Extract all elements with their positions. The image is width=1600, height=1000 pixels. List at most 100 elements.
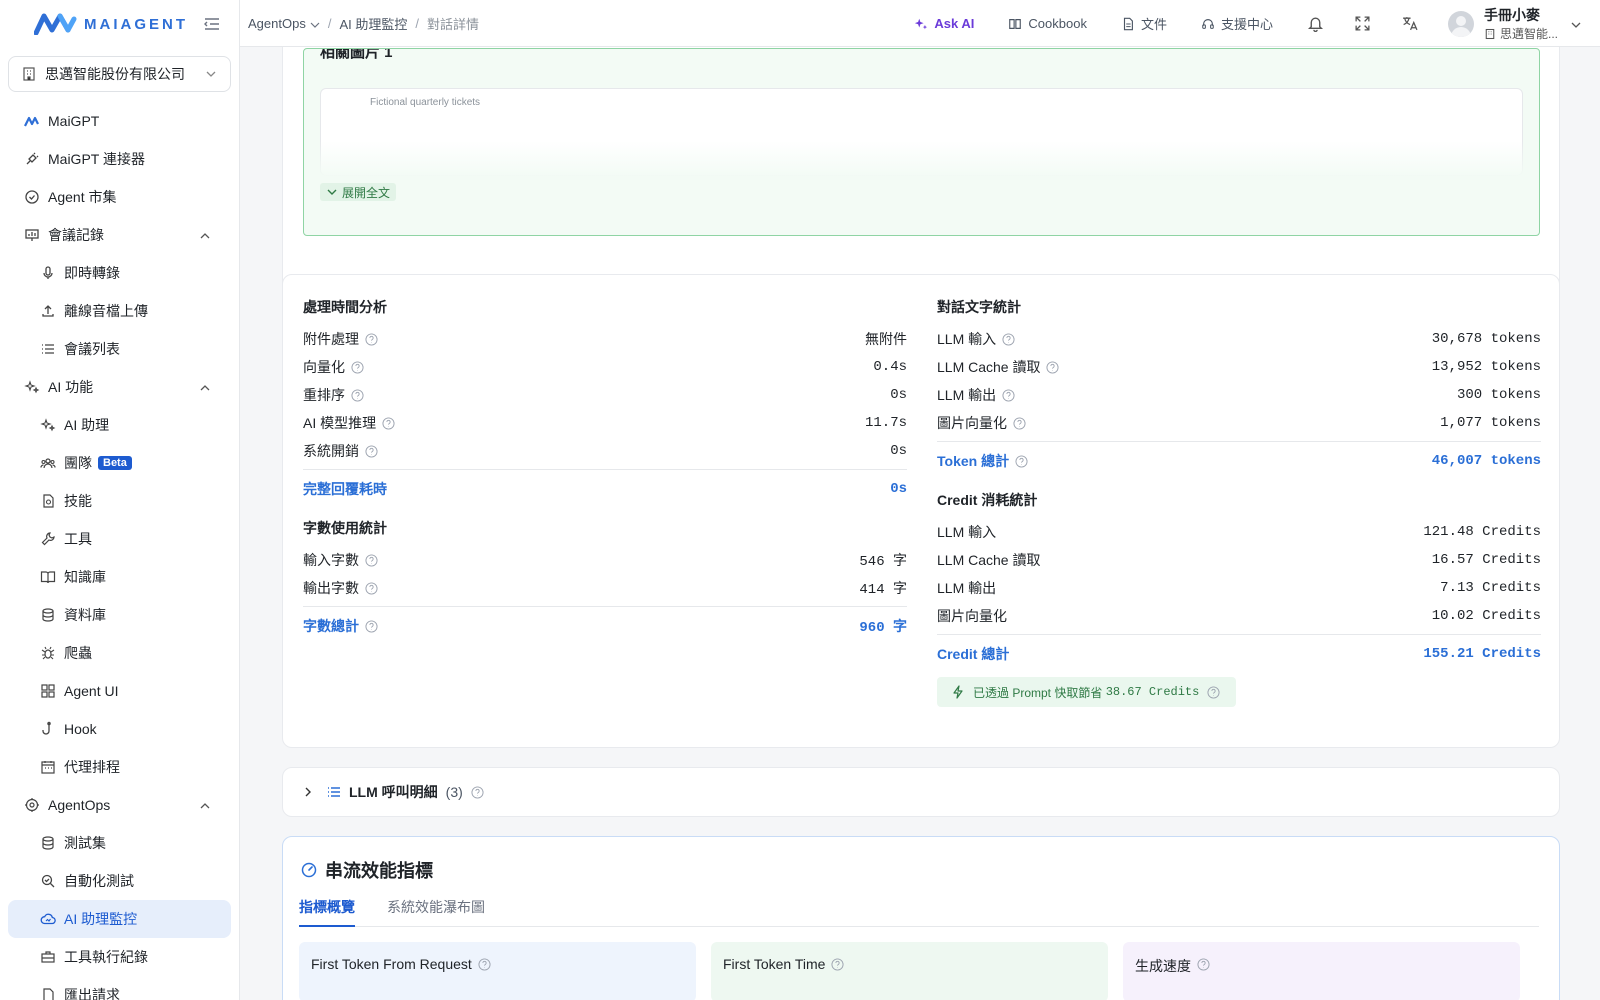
language-button[interactable] <box>1401 15 1418 32</box>
total-label: 字數總計 <box>303 618 359 634</box>
total-value: 960 字 <box>859 620 907 636</box>
row-label: 向量化 <box>303 359 345 375</box>
help-icon[interactable] <box>365 332 378 346</box>
help-icon[interactable] <box>1013 416 1026 430</box>
sidebar-item-tool-logs[interactable]: 工具執行紀錄 <box>0 938 239 976</box>
help-icon[interactable] <box>351 388 364 402</box>
sidebar-item-auto-test[interactable]: 自動化測試 <box>0 862 239 900</box>
sidebar-item-maigpt-connector[interactable]: MaiGPT 連接器 <box>0 140 239 178</box>
ask-ai-label: Ask AI <box>934 16 975 31</box>
total-label: Token 總計 <box>937 453 1010 469</box>
sidebar-item-skills[interactable]: 技能 <box>0 482 239 520</box>
sidebar-item-tools[interactable]: 工具 <box>0 520 239 558</box>
sidebar-item-agent-schedule[interactable]: 代理排程 <box>0 748 239 786</box>
credits-row: LLM 輸入 121.48 Credits <box>937 518 1541 546</box>
row-label: 輸出字數 <box>303 580 359 596</box>
tab-waterfall[interactable]: 系統效能瀑布圖 <box>387 897 485 927</box>
tokens-row: LLM 輸出 300 tokens <box>937 381 1541 409</box>
notifications-button[interactable] <box>1307 15 1324 33</box>
row-label: 圖片向量化 <box>937 415 1007 431</box>
sidebar-item-ai-assistant[interactable]: AI 助理 <box>0 406 239 444</box>
llm-calls-panel[interactable]: LLM 呼叫明細 (3) <box>282 767 1560 817</box>
sidebar-item-maigpt[interactable]: MaiGPT <box>0 102 239 140</box>
sidebar-item-export-requests[interactable]: 匯出請求 <box>0 976 239 1000</box>
total-value: 155.21 Credits <box>1423 646 1541 662</box>
support-link[interactable]: 支援中心 <box>1201 14 1273 33</box>
avatar <box>1447 10 1474 37</box>
help-icon[interactable] <box>365 581 378 595</box>
breadcrumb-item-agentops[interactable]: AgentOps <box>248 16 306 31</box>
sidebar-item-ai-monitor[interactable]: AI 助理監控 <box>8 900 231 938</box>
sidebar-item-label: 即時轉錄 <box>64 265 120 281</box>
breadcrumb-item-ai-monitor[interactable]: AI 助理監控 <box>339 14 407 33</box>
user-menu[interactable]: 手冊小麥 思邁智能... <box>1447 5 1582 42</box>
sidebar-item-meeting-list[interactable]: 會議列表 <box>0 330 239 368</box>
sidebar-item-agentops[interactable]: AgentOps <box>0 786 239 824</box>
sidebar-item-test-sets[interactable]: 測試集 <box>0 824 239 862</box>
breadcrumb-separator: / <box>415 15 419 31</box>
help-icon[interactable] <box>831 958 844 971</box>
chevron-down-icon[interactable] <box>310 18 320 28</box>
sidebar-item-agent-market[interactable]: Agent 市集 <box>0 178 239 216</box>
sidebar-item-live-transcribe[interactable]: 即時轉錄 <box>0 254 239 292</box>
user-org-name: 思邁智能... <box>1499 27 1558 41</box>
main-content: 相關圖片 1 Fictional quarterly tickets 展開全文 … <box>240 47 1600 1000</box>
toolbox-icon <box>40 949 56 965</box>
help-icon[interactable] <box>351 360 364 374</box>
sidebar-item-ai-features[interactable]: AI 功能 <box>0 368 239 406</box>
sidebar-item-label: 團隊 <box>64 455 92 471</box>
sidebar-item-database[interactable]: 資料庫 <box>0 596 239 634</box>
cookbook-link[interactable]: Cookbook <box>1008 16 1087 31</box>
database-icon <box>40 835 56 851</box>
help-icon[interactable] <box>365 619 378 633</box>
total-value: 46,007 tokens <box>1431 453 1541 469</box>
metrics-tabs: 指標概覽 系統效能瀑布圖 <box>299 897 1539 927</box>
sidebar-item-hook[interactable]: Hook <box>0 710 239 748</box>
credits-total-row: Credit 總計 155.21 Credits <box>937 639 1541 669</box>
logo[interactable]: MAIAGENT <box>0 0 239 48</box>
help-icon[interactable] <box>1197 958 1210 971</box>
building-icon <box>1485 28 1495 39</box>
chevron-right-icon[interactable] <box>301 785 315 799</box>
help-icon[interactable] <box>1046 360 1060 374</box>
help-icon[interactable] <box>1207 685 1220 699</box>
divider <box>937 634 1541 635</box>
sidebar-item-team[interactable]: 團隊 Beta <box>0 444 239 482</box>
collapse-sidebar-icon[interactable] <box>203 15 221 33</box>
fullscreen-button[interactable] <box>1354 15 1371 32</box>
users-icon <box>40 455 56 471</box>
org-select[interactable]: 思邁智能股份有限公司 <box>8 56 231 92</box>
metric-label: 生成速度 <box>1135 958 1191 974</box>
row-value: 0s <box>890 387 907 403</box>
sidebar-item-label: MaiGPT <box>48 113 100 129</box>
sidebar-item-label: 匯出請求 <box>64 987 120 1000</box>
total-label: 完整回覆耗時 <box>303 481 387 497</box>
metric-label: First Token Time <box>723 956 826 972</box>
help-icon[interactable] <box>1002 332 1015 346</box>
help-icon[interactable] <box>365 444 378 458</box>
chars-row: 輸入字數 546 字 <box>303 546 907 574</box>
llm-calls-title: LLM 呼叫明細 <box>349 784 438 800</box>
sidebar-item-knowledge-base[interactable]: 知識庫 <box>0 558 239 596</box>
help-icon[interactable] <box>365 553 378 567</box>
sidebar-item-offline-upload[interactable]: 離線音檔上傳 <box>0 292 239 330</box>
docs-link[interactable]: 文件 <box>1121 14 1167 33</box>
expand-full-button[interactable]: 展開全文 <box>320 183 397 201</box>
divider <box>937 441 1541 442</box>
lightning-icon <box>951 685 965 699</box>
help-icon[interactable] <box>1015 454 1028 468</box>
help-icon[interactable] <box>478 958 491 971</box>
help-icon[interactable] <box>471 785 484 799</box>
row-label: LLM 輸入 <box>937 331 997 347</box>
sidebar-item-crawler[interactable]: 爬蟲 <box>0 634 239 672</box>
row-label: 重排序 <box>303 387 345 403</box>
processing-row: AI 模型推理 11.7s <box>303 409 907 437</box>
help-icon[interactable] <box>1002 388 1015 402</box>
sidebar-item-agent-ui[interactable]: Agent UI <box>0 672 239 710</box>
sidebar-item-meetings[interactable]: 會議記錄 <box>0 216 239 254</box>
row-value: 11.7s <box>864 415 907 431</box>
related-image-title: 相關圖片 1 <box>320 48 393 61</box>
ask-ai-button[interactable]: Ask AI <box>914 16 974 31</box>
tab-overview[interactable]: 指標概覽 <box>299 897 355 927</box>
help-icon[interactable] <box>382 416 395 430</box>
